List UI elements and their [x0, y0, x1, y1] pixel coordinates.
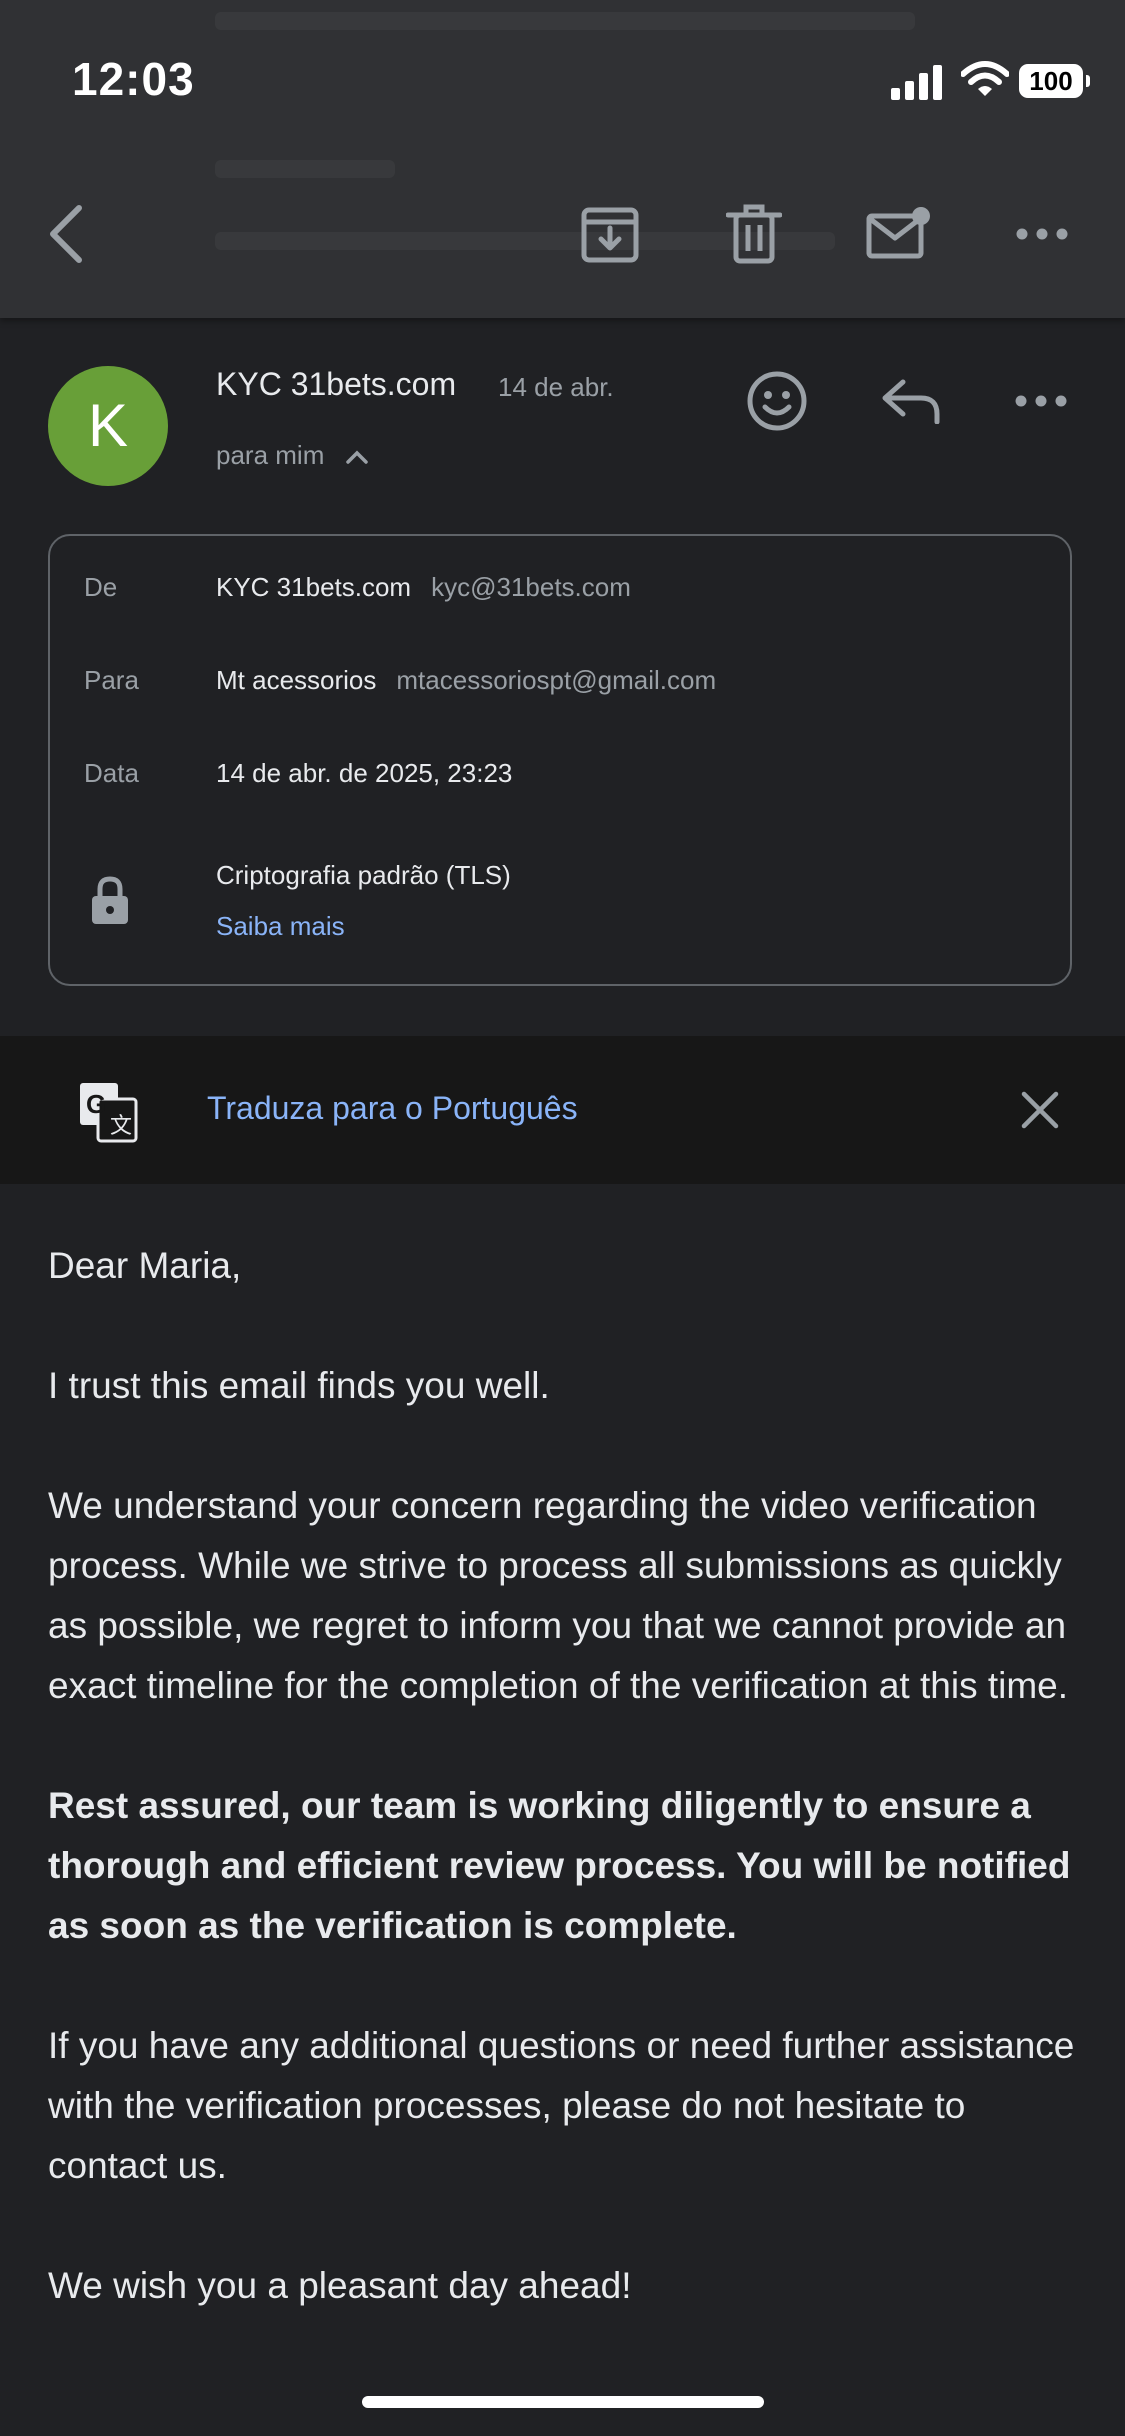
delete-button[interactable]	[716, 196, 792, 272]
background-content	[215, 12, 915, 30]
background-content	[215, 160, 395, 178]
body-paragraph-bold: Rest assured, our team is working dilige…	[48, 1785, 1071, 1946]
mark-unread-button[interactable]	[860, 196, 936, 272]
archive-icon	[581, 207, 639, 263]
to-label: Para	[84, 665, 139, 695]
status-time: 12:03	[72, 53, 195, 105]
more-horizontal-icon	[1015, 395, 1067, 407]
trash-icon	[726, 204, 782, 264]
home-indicator[interactable]	[362, 2396, 764, 2408]
message-date: 14 de abr.	[498, 372, 614, 402]
security-text: Criptografia padrão (TLS)	[216, 860, 511, 890]
close-icon	[1021, 1091, 1059, 1129]
reply-icon	[882, 379, 940, 424]
back-button[interactable]	[30, 196, 100, 272]
chevron-left-icon	[50, 205, 82, 263]
top-app-bar: 12:03 100	[0, 0, 1125, 318]
learn-more-link[interactable]: Saiba mais	[216, 911, 345, 942]
emoji-icon	[747, 371, 807, 431]
sender-avatar[interactable]: K	[48, 366, 168, 486]
sender-name: KYC 31bets.com	[216, 366, 457, 402]
date-value: 14 de abr. de 2025, 23:23	[216, 758, 513, 788]
email-body: Dear Maria, I trust this email finds you…	[48, 1236, 1088, 2376]
translate-link[interactable]: Traduza para o Português	[207, 1090, 578, 1127]
message-more-button[interactable]	[1004, 364, 1078, 438]
more-horizontal-icon	[1016, 228, 1068, 240]
cellular-signal-icon	[891, 64, 943, 100]
body-paragraph: If you have any additional questions or …	[48, 2025, 1075, 2186]
lock-icon	[92, 876, 128, 924]
wifi-icon	[961, 61, 1009, 96]
close-translate-button[interactable]	[1002, 1080, 1078, 1140]
svg-text:文: 文	[110, 1113, 132, 1138]
mail-unread-icon	[866, 207, 930, 259]
body-paragraph: I trust this email finds you well.	[48, 1365, 550, 1406]
chevron-up-icon	[345, 450, 368, 464]
more-options-button[interactable]	[1004, 196, 1080, 272]
translate-icon: G 文	[80, 1083, 138, 1143]
recipient-label: para mim	[216, 440, 325, 470]
reply-button[interactable]	[874, 364, 948, 438]
recipient-toggle[interactable]: para mim	[216, 440, 368, 471]
body-greeting: Dear Maria,	[48, 1245, 242, 1286]
from-label: De	[84, 572, 118, 602]
date-label: Data	[84, 758, 139, 788]
body-paragraph: We understand your concern regarding the…	[48, 1485, 1069, 1706]
body-closing: We wish you a pleasant day ahead!	[48, 2265, 632, 2306]
from-value: KYC 31bets.com kyc@31bets.com	[216, 572, 631, 603]
from-email: kyc@31bets.com	[431, 572, 631, 602]
battery-icon: 100	[1019, 64, 1090, 98]
from-name: KYC 31bets.com	[216, 572, 412, 602]
archive-button[interactable]	[572, 196, 648, 272]
to-name: Mt acessorios	[216, 665, 377, 695]
translate-banner: G 文 Traduza para o Português	[0, 1036, 1125, 1184]
to-email: mtacessoriospt@gmail.com	[396, 665, 717, 695]
svg-text:G: G	[86, 1089, 106, 1119]
to-value: Mt acessorios mtacessoriospt@gmail.com	[216, 665, 716, 696]
react-button[interactable]	[740, 364, 814, 438]
